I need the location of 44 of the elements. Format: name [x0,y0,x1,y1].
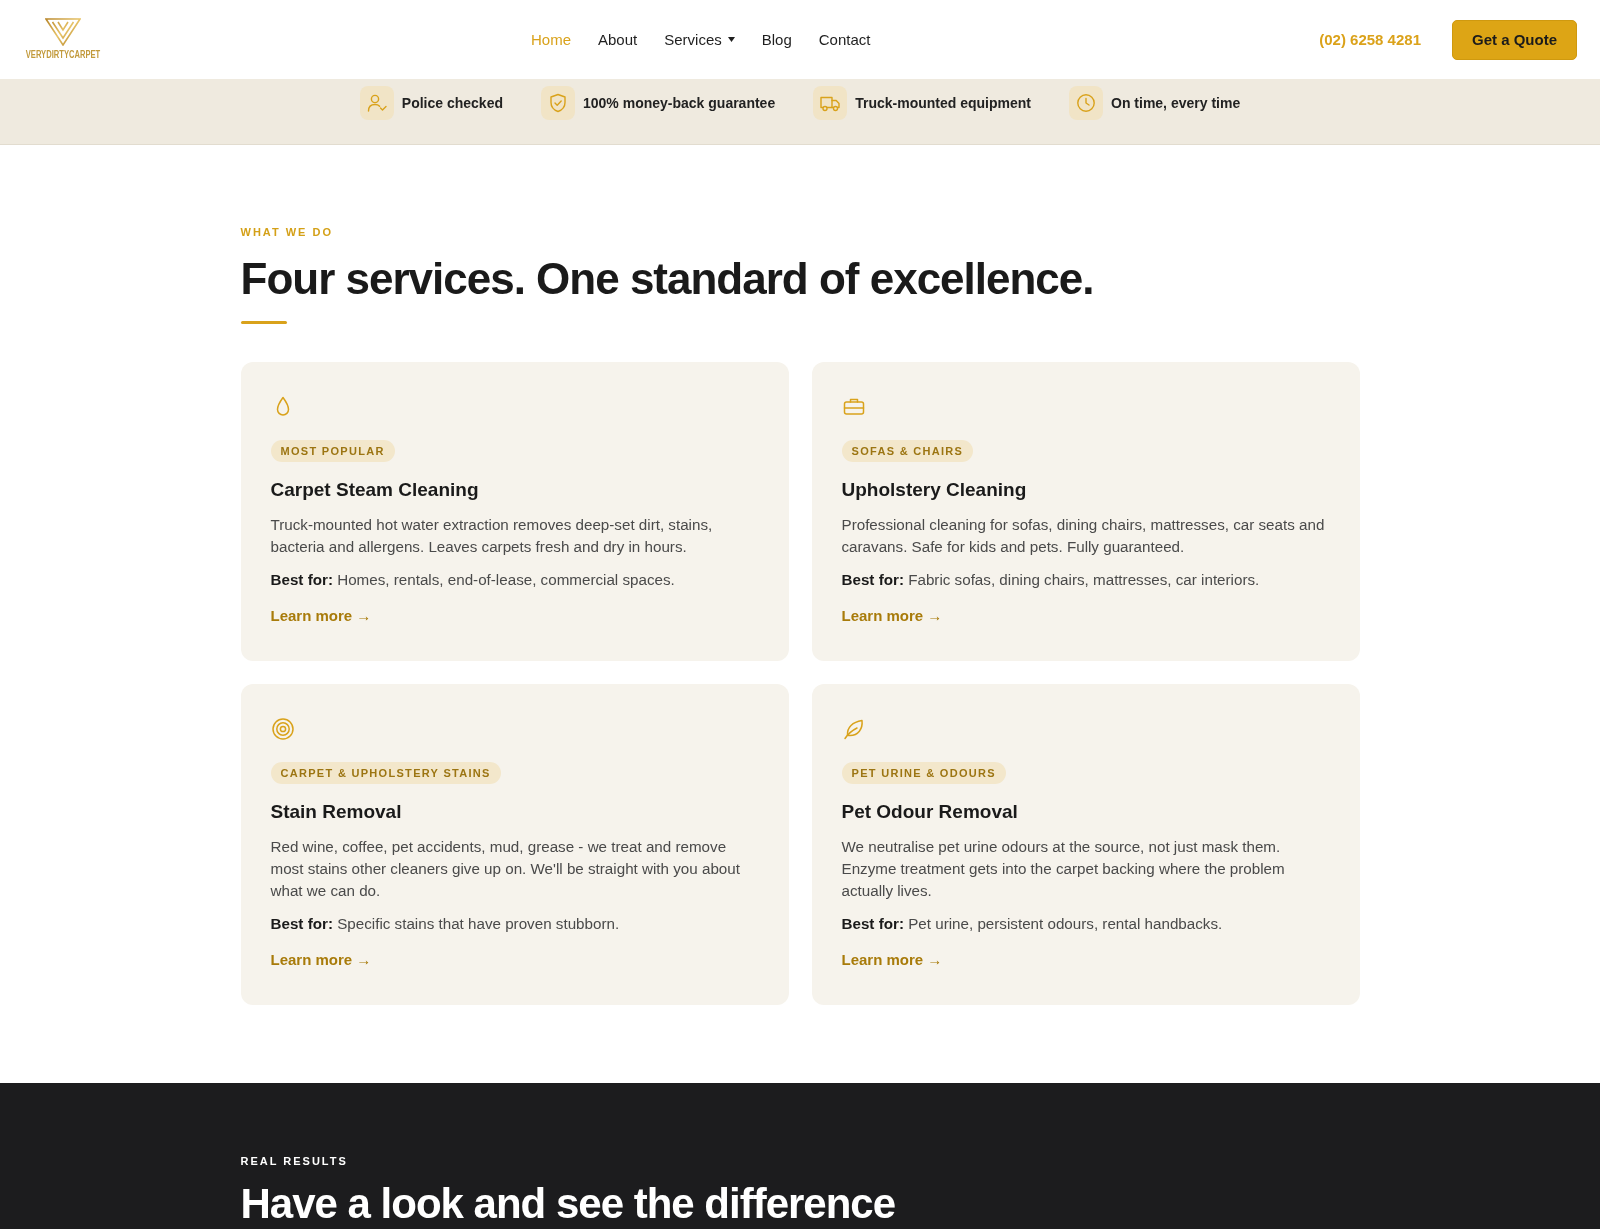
phone-link[interactable]: (02) 6258 4281 [1319,31,1421,48]
card-description: Red wine, coffee, pet accidents, mud, grease - we treat and remove most stains other cleaners give up on. We'll be straight with you about what we can do. [270,837,741,901]
best-for-text: Best for: Homes, rentals, end-of-lease, commercial spaces. [270,570,676,590]
section-eyebrow: WHAT WE DO [240,226,334,239]
category-tag: CARPET & UPHOLSTERY STAINS [270,762,501,784]
best-for-text: Best for: Pet urine, persistent odours, rental handbacks. [841,914,1224,934]
category-tag: MOST POPULAR [270,440,395,462]
clock-icon [1069,86,1103,120]
nav-link[interactable]: Services [664,31,735,48]
card-description: Professional cleaning for sofas, dining chairs, mattresses, car seats and caravans. Safe for kids and pets. Fully guaranteed. [841,515,1326,557]
logo-text[interactable]: VERYDIRTYCARPET [25,48,100,60]
shield-check-icon [541,86,575,120]
card-title: Upholstery Cleaning [841,478,1028,502]
trust-label: On time, every time [1111,95,1241,111]
card-title: Stain Removal [270,800,403,824]
truck-icon [813,86,848,120]
best-for-text: Best for: Fabric sofas, dining chairs, mattresses, car interiors. [841,570,1261,590]
nav-link[interactable]: Blog [761,31,792,48]
target-icon [270,717,295,741]
learn-more-link[interactable]: Learn more → [841,949,943,971]
nav-link[interactable]: Home [531,31,571,48]
learn-more-link[interactable]: Learn more → [270,949,372,971]
trust-label: Truck-mounted equipment [855,95,1031,111]
best-for-text: Best for: Specific stains that have proven stubborn. [270,914,621,934]
section-heading: Have a look and see the difference [240,1182,897,1226]
card-title: Carpet Steam Cleaning [270,478,480,502]
section-heading: Four services. One standard of excellence. [240,255,1095,303]
learn-more-link[interactable]: Learn more → [841,605,943,627]
category-tag: SOFAS & CHAIRS [841,440,974,462]
card-description: Truck-mounted hot water extraction removes deep-set dirt, stains, bacteria and allergens. Leaves carpets fresh and dry in hours. [270,515,714,557]
card-title: Pet Odour Removal [841,800,1019,824]
nav-link[interactable]: Contact [818,31,871,48]
section-eyebrow: REAL RESULTS [240,1155,349,1168]
quote-button[interactable]: Get a Quote [1452,19,1577,60]
accent-bar [240,321,287,324]
caret-icon[interactable] [727,37,735,42]
category-tag: PET URINE & ODOURS [841,762,1006,784]
leaf-icon [841,717,866,741]
learn-more-link[interactable]: Learn more → [270,605,372,627]
person-check-icon [359,86,394,120]
card-description: We neutralise pet urine odours at the source, not just mask them. Enzyme treatment gets into the carpet backing where the problem actually lives. [841,837,1286,901]
trust-label: 100% money-back guarantee [583,95,776,111]
nav-link[interactable]: About [598,31,638,48]
trust-label: Police checked [401,95,503,111]
